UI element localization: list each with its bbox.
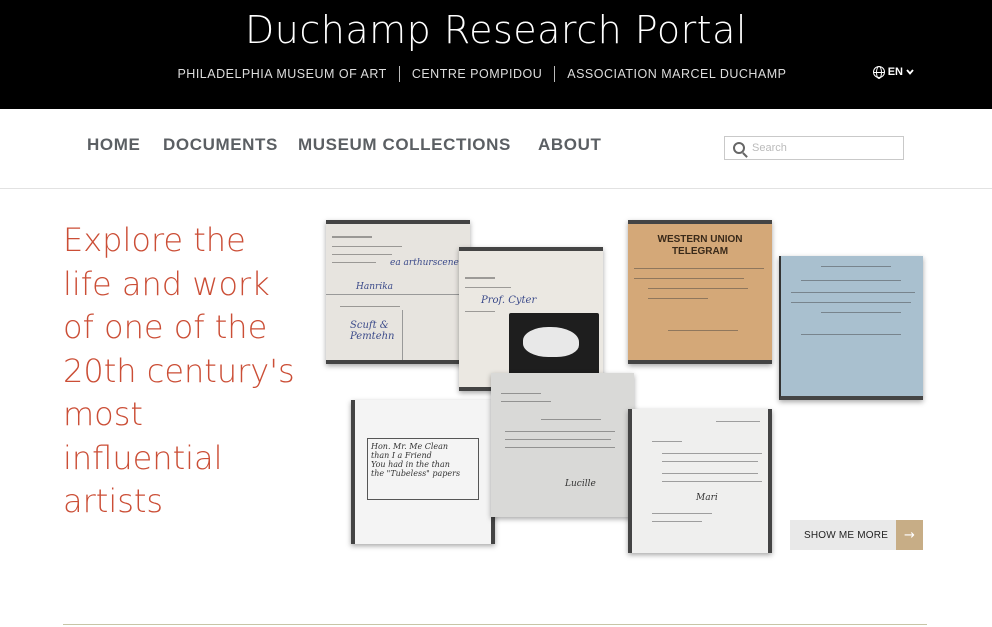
document-thumbnail[interactable]: Mari — [628, 409, 772, 553]
document-thumbnail[interactable]: Hon. Mr. Me Clean than I a Friend You had … — [351, 400, 495, 544]
document-thumbnail[interactable]: WESTERN UNION TELEGRAM — [628, 220, 772, 364]
hero-tagline: Explore the life and work of one of the … — [63, 221, 295, 520]
show-more-label: SHOW ME MORE — [804, 529, 889, 541]
language-selector[interactable]: EN — [872, 66, 914, 79]
telegram-heading: WESTERN UNION — [657, 234, 743, 245]
arrow-right-icon: → — [896, 520, 923, 550]
nav-documents[interactable]: DOCUMENTS — [163, 135, 278, 155]
document-thumbnail[interactable]: Lucille — [491, 373, 634, 517]
site-title[interactable]: Duchamp Research Portal — [0, 8, 992, 52]
partner-link-duchamp-association[interactable]: ASSOCIATION MARCEL DUCHAMP — [554, 66, 798, 82]
section-divider — [63, 624, 927, 625]
main-nav: HOME DOCUMENTS MUSEUM COLLECTIONS ABOUT — [0, 109, 992, 189]
show-more-button[interactable]: SHOW ME MORE → — [790, 520, 923, 550]
site-header: Duchamp Research Portal PHILADELPHIA MUS… — [0, 0, 992, 109]
globe-icon — [872, 66, 885, 79]
search-input[interactable] — [752, 142, 902, 154]
partner-link-philadelphia[interactable]: PHILADELPHIA MUSEUM OF ART — [165, 66, 398, 82]
document-thumbnail[interactable]: ea arthurscene Hanrika Scuft & Pemtehn — [326, 220, 470, 364]
telegram-subheading: TELEGRAM — [671, 246, 729, 257]
nav-museum-collections[interactable]: MUSEUM COLLECTIONS — [298, 135, 511, 155]
document-thumbnail[interactable]: Prof. Cyter — [459, 247, 603, 391]
partner-link-pompidou[interactable]: CENTRE POMPIDOU — [398, 66, 554, 82]
search-icon — [733, 142, 745, 154]
nav-home[interactable]: HOME — [87, 135, 140, 155]
chevron-down-icon — [906, 69, 914, 75]
document-thumbnail[interactable] — [779, 256, 923, 400]
search-box[interactable] — [724, 136, 904, 160]
language-label: EN — [887, 66, 903, 78]
nav-about[interactable]: ABOUT — [538, 135, 601, 155]
partner-links: PHILADELPHIA MUSEUM OF ART CENTRE POMPID… — [0, 66, 992, 82]
